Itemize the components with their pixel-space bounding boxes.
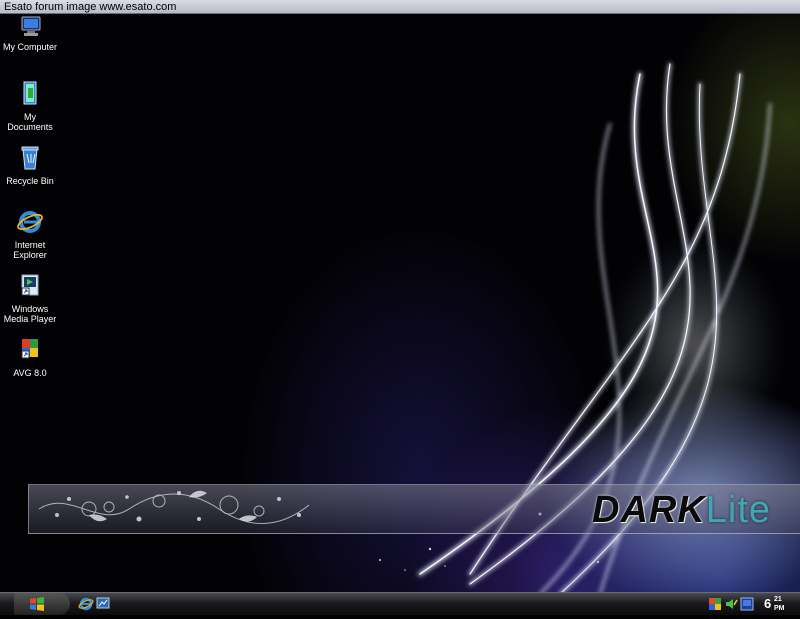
- computer-icon: [21, 16, 41, 36]
- windows-logo-icon: [30, 597, 44, 611]
- volume-icon[interactable]: [724, 597, 738, 611]
- recycle-bin-icon: [21, 146, 39, 170]
- security-icon[interactable]: [740, 597, 754, 611]
- desktop-icon-internet-explorer[interactable]: Internet Explorer: [0, 208, 60, 260]
- media-player-icon: [21, 274, 39, 296]
- avg-antivirus-icon: [21, 339, 38, 359]
- internet-explorer-icon[interactable]: [78, 596, 94, 612]
- desktop-icon-label: Internet Explorer: [13, 240, 47, 260]
- taskbar: 6 21 PM: [0, 592, 800, 615]
- system-clock[interactable]: 6 21 PM: [764, 594, 785, 614]
- documents-folder-icon: [23, 81, 37, 105]
- forum-caption-bar: Esato forum image www.esato.com: [0, 0, 800, 14]
- desktop-icon-avg[interactable]: AVG 8.0: [0, 336, 60, 378]
- logo-lite-text: Lite: [705, 489, 772, 531]
- show-desktop-icon[interactable]: [96, 596, 110, 610]
- network-icon[interactable]: [708, 597, 722, 611]
- start-button[interactable]: [14, 593, 70, 615]
- dark-lite-logo: DARKLite: [592, 490, 771, 530]
- clock-hour: 6: [764, 596, 772, 611]
- logo-dark-text: DARK: [592, 489, 706, 531]
- clock-ampm: PM: [774, 605, 785, 612]
- desktop-icon-label: Windows Media Player: [3, 304, 57, 324]
- desktop-icon-label: Recycle Bin: [6, 176, 54, 186]
- desktop-icon-recycle-bin[interactable]: Recycle Bin: [0, 144, 60, 186]
- floral-ornament: [38, 490, 310, 525]
- desktop-icon-my-documents[interactable]: My Documents: [0, 80, 60, 132]
- desktop-icon-windows-media-player[interactable]: Windows Media Player: [0, 272, 60, 324]
- desktop-icon-label: AVG 8.0: [13, 368, 47, 378]
- desktop[interactable]: My Computer My Documents Recycle Bin Int…: [0, 14, 800, 592]
- forum-caption: Esato forum image www.esato.com: [4, 1, 177, 13]
- desktop-icon-my-computer[interactable]: My Computer: [0, 16, 60, 52]
- desktop-icon-label: My Documents: [7, 112, 53, 132]
- desktop-icon-label: My Computer: [2, 42, 57, 52]
- internet-explorer-icon: [17, 211, 43, 233]
